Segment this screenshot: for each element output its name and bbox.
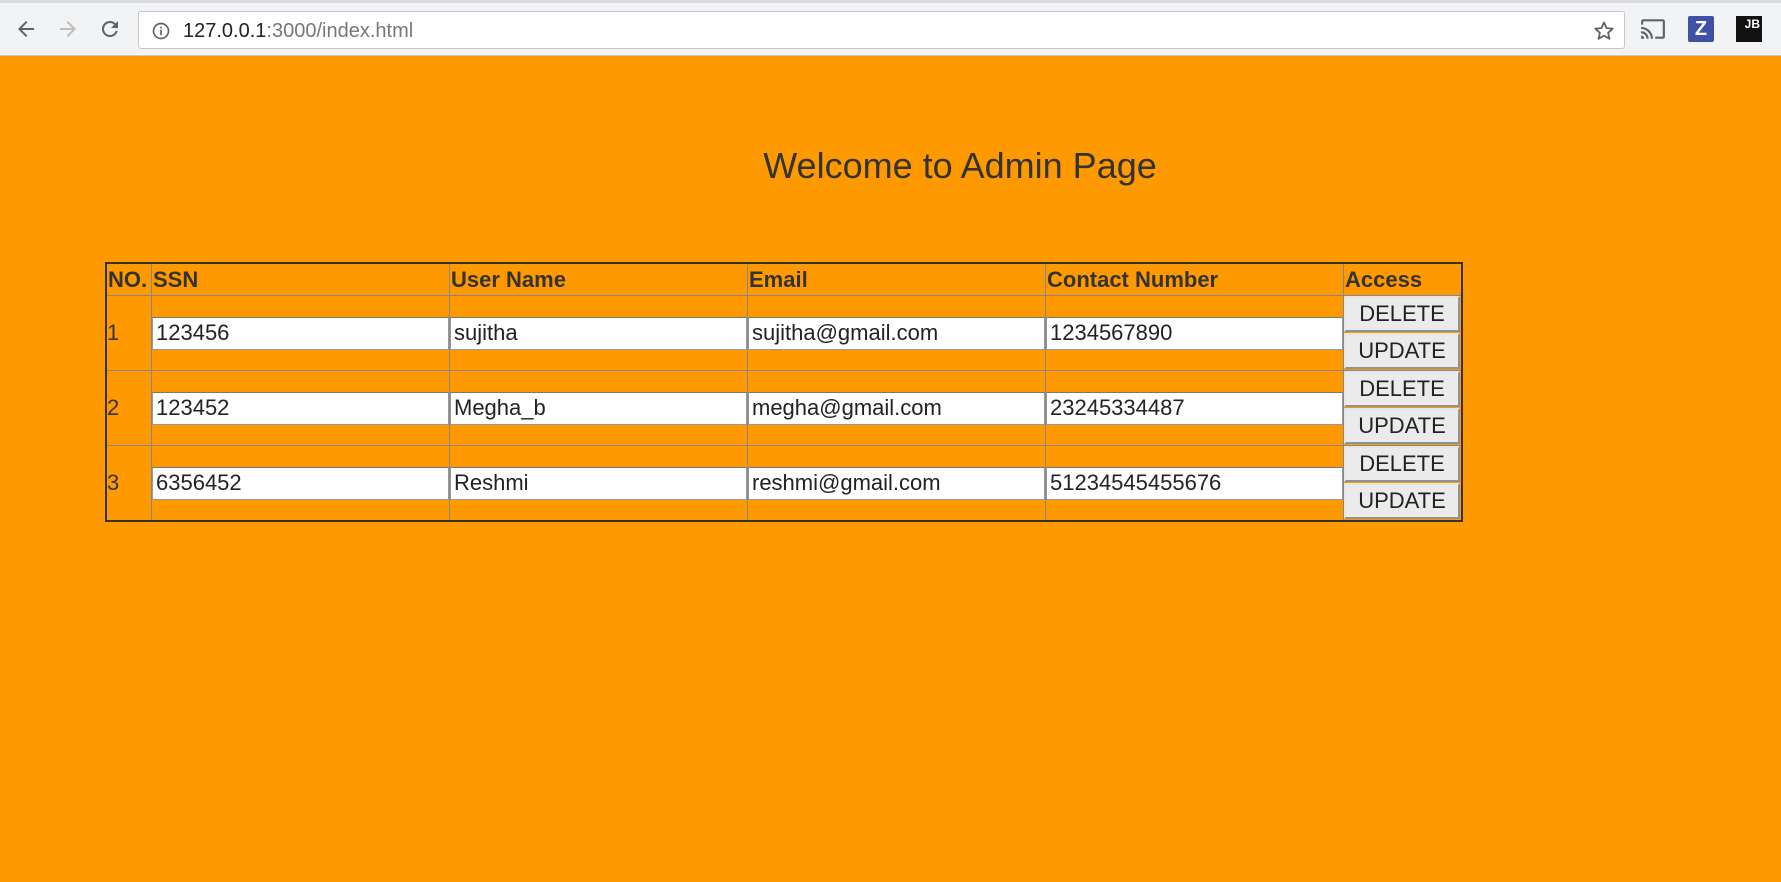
users-table: NO. SSN User Name Email Contact Number A… <box>105 262 1463 522</box>
cast-button[interactable] <box>1640 16 1666 42</box>
update-button[interactable]: UPDATE <box>1344 408 1460 444</box>
ssn-field[interactable] <box>152 466 449 500</box>
cast-icon <box>1641 19 1665 39</box>
row-number: 3 <box>107 446 152 520</box>
delete-button[interactable]: DELETE <box>1344 371 1460 407</box>
table-row: 2 DELETE UPDATE <box>107 371 1461 446</box>
username-field[interactable] <box>450 391 747 425</box>
page-title: Welcome to Admin Page <box>763 145 1157 186</box>
z-extension-label: Z <box>1694 17 1708 40</box>
email-field[interactable] <box>748 391 1045 425</box>
table-header-row: NO. SSN User Name Email Contact Number A… <box>107 264 1461 296</box>
header-email: Email <box>748 264 1046 296</box>
contact-field[interactable] <box>1046 391 1343 425</box>
delete-button[interactable]: DELETE <box>1344 296 1460 332</box>
delete-button[interactable]: DELETE <box>1344 446 1460 482</box>
contact-field[interactable] <box>1046 316 1343 350</box>
row-number: 1 <box>107 296 152 371</box>
forward-arrow-icon <box>60 21 76 37</box>
header-ssn: SSN <box>152 264 450 296</box>
email-field[interactable] <box>748 316 1045 350</box>
contact-field[interactable] <box>1046 466 1343 500</box>
browser-toolbar: 127.0.0.1:3000/index.html Z JB <box>0 3 1781 56</box>
address-bar[interactable]: 127.0.0.1:3000/index.html <box>138 11 1625 49</box>
ssn-field[interactable] <box>152 316 449 350</box>
reload-icon <box>101 20 118 37</box>
access-cell: DELETE UPDATE <box>1344 371 1461 446</box>
jb-extension-icon[interactable]: JB <box>1736 16 1762 42</box>
table-row: 3 DELETE UPDATE <box>107 446 1461 520</box>
back-button[interactable] <box>10 13 42 45</box>
update-button[interactable]: UPDATE <box>1344 333 1460 369</box>
header-access: Access <box>1344 264 1461 296</box>
header-contact-number: Contact Number <box>1046 264 1344 296</box>
back-arrow-icon <box>18 21 34 37</box>
header-no: NO. <box>107 264 152 296</box>
row-number: 2 <box>107 371 152 446</box>
info-icon[interactable] <box>151 21 171 41</box>
table-row: 1 DELETE UPDATE <box>107 296 1461 371</box>
email-field[interactable] <box>748 466 1045 500</box>
header-user-name: User Name <box>450 264 748 296</box>
reload-button[interactable] <box>94 13 126 45</box>
star-icon[interactable] <box>1592 19 1616 43</box>
access-cell: DELETE UPDATE <box>1344 296 1461 371</box>
url-host: 127.0.0.1 <box>183 20 267 42</box>
ssn-field[interactable] <box>152 391 449 425</box>
username-field[interactable] <box>450 466 747 500</box>
url-path: :3000/index.html <box>266 20 414 42</box>
username-field[interactable] <box>450 316 747 350</box>
z-extension-icon[interactable]: Z <box>1688 16 1714 42</box>
access-cell: DELETE UPDATE <box>1344 446 1461 520</box>
jb-extension-label: JB <box>1744 17 1760 31</box>
forward-button[interactable] <box>52 13 84 45</box>
url-text[interactable]: 127.0.0.1:3000/index.html <box>183 20 413 43</box>
update-button[interactable]: UPDATE <box>1344 483 1460 519</box>
